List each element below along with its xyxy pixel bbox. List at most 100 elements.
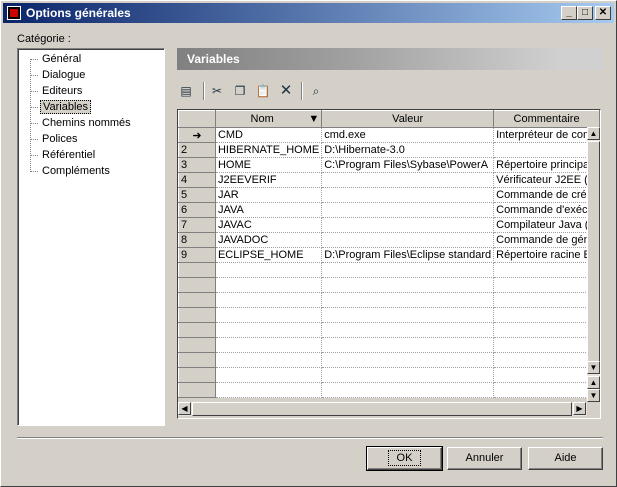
empty-cell[interactable] <box>321 337 495 353</box>
empty-cell[interactable] <box>321 322 495 338</box>
empty-row[interactable] <box>178 262 600 278</box>
cell-comment[interactable]: Vérificateur J2EE (v <box>493 172 600 188</box>
help-button[interactable]: Aide <box>528 447 603 470</box>
column-header-nom[interactable]: Nom ▼ <box>214 110 323 128</box>
table-row[interactable]: 4 J2EEVERIF Vérificateur J2EE (v <box>178 172 600 188</box>
table-row[interactable]: 7 JAVAC Compilateur Java (ja <box>178 217 600 233</box>
row-header[interactable]: 7 <box>178 217 216 233</box>
row-header[interactable] <box>178 352 216 368</box>
cell-valeur[interactable]: D:\Program Files\Eclipse standard <box>321 247 495 263</box>
empty-cell[interactable] <box>493 337 600 353</box>
tree-item-3[interactable]: Variables <box>30 99 92 115</box>
row-header[interactable]: 9 <box>178 247 216 263</box>
tree-item-1[interactable]: Dialogue <box>30 67 87 83</box>
empty-cell[interactable] <box>321 277 495 293</box>
row-header[interactable] <box>178 292 216 308</box>
copy-icon[interactable]: ❐ <box>231 82 249 100</box>
row-header[interactable] <box>178 262 216 278</box>
row-header[interactable]: 6 <box>178 202 216 218</box>
tree-item-0[interactable]: Général <box>30 51 83 67</box>
row-header[interactable] <box>178 322 216 338</box>
empty-row[interactable] <box>178 277 600 293</box>
row-header[interactable] <box>178 307 216 323</box>
empty-cell[interactable] <box>493 277 600 293</box>
minimize-button[interactable]: _ <box>561 6 577 20</box>
delete-icon[interactable]: ✕ <box>277 82 295 100</box>
scroll-down-icon[interactable]: ▼ <box>587 361 600 374</box>
scroll-left-icon[interactable]: ◀ <box>178 402 191 415</box>
tree-item-2[interactable]: Editeurs <box>30 83 84 99</box>
cell-nom[interactable]: HOME <box>215 157 323 173</box>
cut-icon[interactable]: ✂ <box>208 82 226 100</box>
table-row[interactable]: 9 ECLIPSE_HOME D:\Program Files\Eclipse st… <box>178 247 600 263</box>
scroll-page-up-icon[interactable]: ▲ <box>587 376 600 389</box>
cell-comment[interactable]: Interpréteur de com <box>493 127 600 143</box>
cell-valeur[interactable]: D:\Hibernate-3.0 <box>321 142 495 158</box>
row-header[interactable] <box>178 367 216 383</box>
cell-comment[interactable] <box>493 142 600 158</box>
empty-cell[interactable] <box>215 292 323 308</box>
cell-nom[interactable]: ECLIPSE_HOME <box>215 247 323 263</box>
empty-cell[interactable] <box>493 367 600 383</box>
row-header[interactable]: 3 <box>178 157 216 173</box>
tree-item-5[interactable]: Polices <box>30 131 79 147</box>
empty-cell[interactable] <box>321 292 495 308</box>
cell-nom[interactable]: J2EEVERIF <box>215 172 323 188</box>
table-row[interactable]: 8 JAVADOC Commande de géné <box>178 232 600 248</box>
properties-icon[interactable]: ▤ <box>177 82 195 100</box>
maximize-button[interactable]: □ <box>577 6 593 20</box>
column-header-valeur[interactable]: Valeur <box>321 110 495 128</box>
empty-cell[interactable] <box>215 382 323 398</box>
empty-cell[interactable] <box>493 262 600 278</box>
empty-cell[interactable] <box>215 307 323 323</box>
row-header[interactable]: ➜ <box>178 127 216 143</box>
cell-nom[interactable]: CMD <box>215 127 323 143</box>
find-icon[interactable]: ⌕ <box>307 82 325 100</box>
cell-valeur[interactable] <box>321 202 495 218</box>
table-row[interactable]: 6 JAVA Commande d'exécu <box>178 202 600 218</box>
paste-icon[interactable]: 📋 <box>254 82 272 100</box>
empty-row[interactable] <box>178 382 600 398</box>
row-header[interactable] <box>178 277 216 293</box>
table-row[interactable]: ➜ CMD cmd.exe Interpréteur de com <box>178 127 600 143</box>
scroll-right-icon[interactable]: ▶ <box>573 402 586 415</box>
cell-comment[interactable]: Compilateur Java (ja <box>493 217 600 233</box>
empty-row[interactable] <box>178 337 600 353</box>
cell-valeur[interactable] <box>321 232 495 248</box>
variables-grid[interactable]: Nom ▼ Valeur Commentaire ➜ CMD cmd.exe Inte… <box>177 109 601 419</box>
empty-cell[interactable] <box>321 262 495 278</box>
cell-valeur[interactable] <box>321 187 495 203</box>
empty-row[interactable] <box>178 307 600 323</box>
cancel-button[interactable]: Annuler <box>447 447 522 470</box>
corner-header[interactable] <box>178 110 216 128</box>
tree-item-6[interactable]: Référentiel <box>30 147 97 163</box>
horizontal-scroll-thumb[interactable] <box>192 402 572 416</box>
empty-cell[interactable] <box>215 352 323 368</box>
empty-cell[interactable] <box>215 262 323 278</box>
cell-comment[interactable]: Répertoire principal <box>493 157 600 173</box>
ok-button[interactable]: OK <box>366 446 443 471</box>
row-header[interactable]: 8 <box>178 232 216 248</box>
row-header[interactable]: 4 <box>178 172 216 188</box>
cell-valeur[interactable]: C:\Program Files\Sybase\PowerA <box>321 157 495 173</box>
empty-row[interactable] <box>178 292 600 308</box>
table-row[interactable]: 5 JAR Commande de créa <box>178 187 600 203</box>
empty-cell[interactable] <box>321 307 495 323</box>
cell-nom[interactable]: JAVA <box>215 202 323 218</box>
horizontal-scrollbar[interactable]: ◀ ▶ <box>178 402 587 416</box>
vertical-scrollbar[interactable]: ▲ ▼ ▲ ▼ <box>587 127 600 402</box>
empty-cell[interactable] <box>493 307 600 323</box>
row-header[interactable] <box>178 337 216 353</box>
empty-cell[interactable] <box>493 292 600 308</box>
empty-cell[interactable] <box>493 382 600 398</box>
cell-comment[interactable]: Répertoire racine E <box>493 247 600 263</box>
empty-cell[interactable] <box>321 367 495 383</box>
scroll-up-icon[interactable]: ▲ <box>587 127 600 140</box>
empty-cell[interactable] <box>215 337 323 353</box>
empty-cell[interactable] <box>321 382 495 398</box>
title-bar[interactable]: Options générales _ □ ✕ <box>3 3 614 23</box>
empty-row[interactable] <box>178 367 600 383</box>
empty-cell[interactable] <box>215 367 323 383</box>
cell-nom[interactable]: JAVAC <box>215 217 323 233</box>
cell-valeur[interactable]: cmd.exe <box>321 127 495 143</box>
